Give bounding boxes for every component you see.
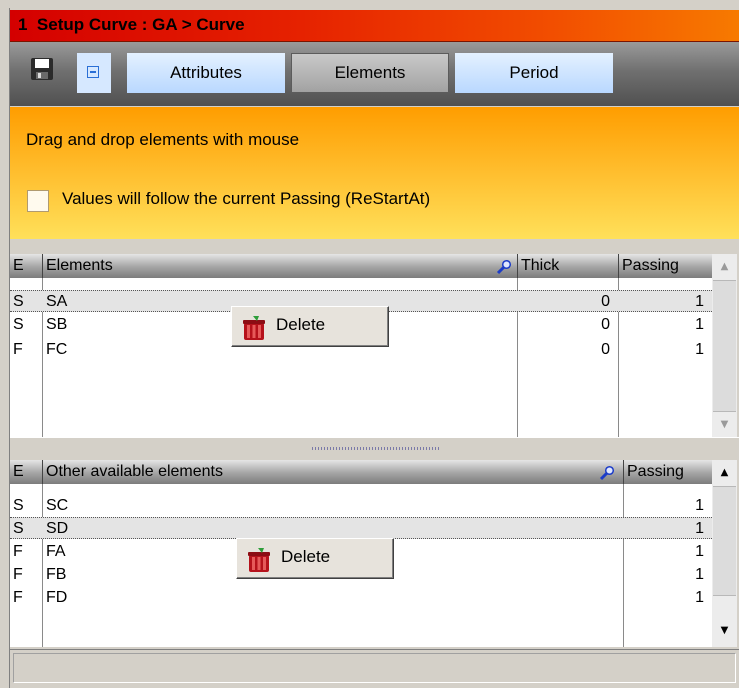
scroll-down-arrow-icon[interactable]: ▼	[712, 412, 737, 436]
col-header-elements[interactable]: Elements	[43, 254, 513, 278]
trash-can-icon	[248, 548, 270, 572]
cell-e: S	[13, 520, 24, 537]
scrollbar-thumb[interactable]	[713, 486, 736, 596]
cell-passing: 1	[695, 497, 704, 514]
scroll-down-arrow-icon[interactable]: ▼	[712, 618, 737, 642]
delete-button[interactable]: Delete	[231, 306, 389, 347]
instruction-text: Drag and drop elements with mouse	[26, 130, 300, 149]
follow-passing-label[interactable]: Values will follow the current Passing (…	[62, 189, 430, 209]
collapse-button[interactable]	[77, 53, 111, 93]
grid-splitter[interactable]	[10, 437, 739, 461]
col-header-e[interactable]: E	[10, 460, 42, 484]
col-header-passing[interactable]: Passing	[619, 254, 712, 278]
minus-box-icon	[87, 66, 99, 78]
delete-button-label: Delete	[276, 315, 326, 334]
tab-attributes[interactable]: Attributes	[127, 53, 285, 93]
scroll-up-arrow-icon[interactable]: ▲	[712, 460, 737, 484]
scrollbar-thumb[interactable]	[713, 280, 736, 412]
list-item[interactable]: S SD 1	[10, 517, 712, 539]
follow-passing-checkbox[interactable]	[27, 190, 49, 212]
elements-scrollbar[interactable]: ▲ ▼	[712, 254, 737, 437]
cell-passing: 1	[695, 543, 704, 560]
cell-passing: 1	[695, 341, 704, 358]
cell-e: S	[13, 316, 24, 333]
floppy-disk-icon	[31, 58, 53, 80]
title-bar: 1 Setup Curve : GA > Curve	[10, 10, 739, 42]
save-button[interactable]	[30, 57, 54, 81]
scroll-up-arrow-icon[interactable]: ▲	[712, 254, 737, 278]
cell-thick: 0	[601, 341, 610, 358]
cell-passing: 1	[695, 293, 704, 310]
cell-passing: 1	[695, 566, 704, 583]
list-item[interactable]: F FD 1	[10, 587, 712, 609]
delete-button-label: Delete	[281, 547, 331, 566]
col-header-e[interactable]: E	[10, 254, 42, 278]
cell-thick: 0	[601, 316, 610, 333]
cell-e: S	[13, 497, 24, 514]
splitter-grip[interactable]	[312, 447, 440, 450]
list-item[interactable]: S SC 1	[10, 495, 712, 517]
search-icon[interactable]	[599, 465, 615, 481]
search-icon[interactable]	[496, 259, 512, 275]
cell-e: F	[13, 543, 23, 560]
cell-e: F	[13, 566, 23, 583]
cell-e: F	[13, 589, 23, 606]
elements-grid-header: E Elements Thick Passing	[10, 254, 712, 278]
col-header-available-elements[interactable]: Other available elements	[43, 460, 618, 484]
col-header-thick[interactable]: Thick	[518, 254, 618, 278]
delete-button[interactable]: Delete	[236, 538, 394, 579]
trash-can-icon	[243, 316, 265, 340]
cell-passing: 1	[695, 520, 704, 537]
status-bar	[10, 649, 739, 687]
cell-e: S	[13, 293, 24, 310]
cell-element: SC	[46, 497, 69, 514]
cell-e: F	[13, 341, 23, 358]
cell-element: SD	[46, 520, 69, 537]
cell-passing: 1	[695, 316, 704, 333]
instruction-banner	[10, 107, 739, 239]
tab-period[interactable]: Period	[455, 53, 613, 93]
cell-passing: 1	[695, 589, 704, 606]
cell-thick: 0	[601, 293, 610, 310]
tab-elements[interactable]: Elements	[291, 53, 449, 93]
window-title: 1 Setup Curve : GA > Curve	[18, 15, 245, 34]
cell-element: FD	[46, 589, 68, 606]
available-scrollbar[interactable]: ▲ ▼	[712, 460, 737, 647]
col-header-passing[interactable]: Passing	[624, 460, 712, 484]
status-text	[13, 653, 736, 683]
available-grid-header: E Other available elements Passing	[10, 460, 712, 484]
